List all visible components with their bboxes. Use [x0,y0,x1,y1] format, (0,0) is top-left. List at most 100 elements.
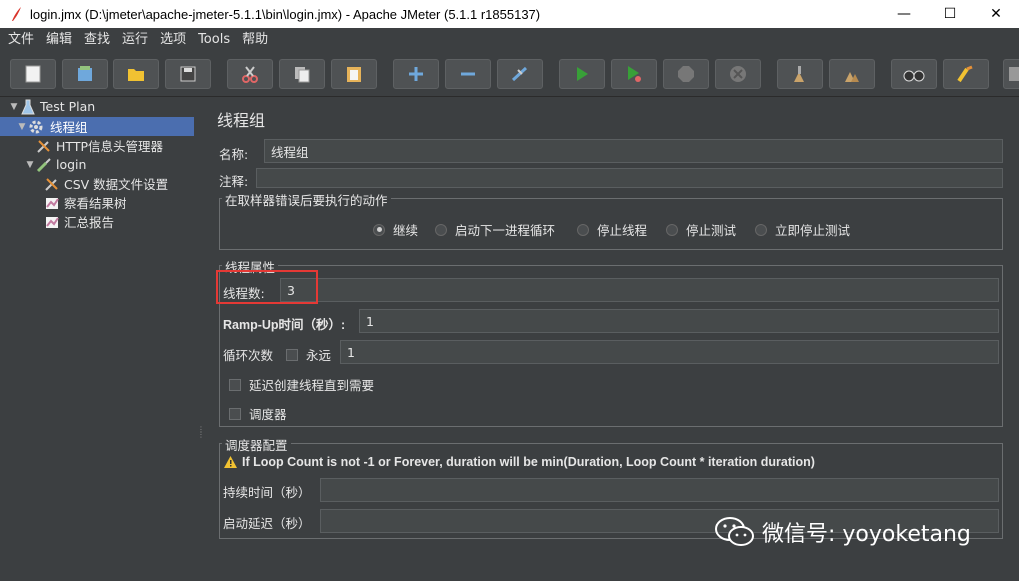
menu-file[interactable]: 文件 [0,28,40,52]
tree-expand-icon[interactable]: ▼ [8,102,20,112]
threads-input[interactable]: 3 [280,278,999,302]
watermark-text: 微信号: yoyoketang [762,522,971,547]
forever-checkbox[interactable]: 永远 [286,345,331,364]
duration-label: 持续时间（秒） [223,485,311,500]
warning-icon [224,456,237,468]
shutdown-button[interactable] [715,59,761,89]
checkbox-label: 调度器 [249,407,287,422]
tree-node-http-header-manager[interactable]: HTTP信息头管理器 [36,136,163,155]
paste-button[interactable] [331,59,377,89]
cut-icon [242,66,258,83]
radio-stop-thread[interactable]: 停止线程 [577,220,647,239]
radio-unselected-icon [666,223,678,236]
clear-button[interactable] [777,59,823,89]
radio-unselected-icon [435,223,447,236]
save-icon [180,66,196,82]
loop-count-input[interactable]: 1 [340,340,999,364]
radio-label: 停止线程 [597,223,648,238]
reset-search-button[interactable] [943,59,989,89]
collapse-all-button[interactable] [445,59,491,89]
checkbox-label: 延迟创建线程直到需要 [249,378,375,393]
start-icon [577,67,588,81]
wechat-watermark: 微信号: yoyoketang [714,515,971,549]
graph-icon [44,195,60,211]
threads-highlight-box [216,270,318,304]
tree-node-view-results-tree[interactable]: 察看结果树 [44,193,127,212]
function-helper-icon [1009,67,1019,81]
radio-start-next-loop[interactable]: 启动下一进程循环 [435,220,555,239]
menu-help[interactable]: 帮助 [236,28,274,52]
menu-options[interactable]: 选项 [154,28,192,52]
tree-node-thread-group[interactable]: ▼ 线程组 [16,117,90,136]
tree-label: HTTP信息头管理器 [56,139,163,154]
tree-node-summary-report[interactable]: 汇总报告 [44,212,114,231]
menu-edit[interactable]: 编辑 [40,28,78,52]
clear-icon [794,66,804,82]
menu-run[interactable]: 运行 [116,28,154,52]
graph-icon [44,214,60,230]
radio-label: 启动下一进程循环 [455,223,556,238]
start-no-pause-button[interactable] [611,59,657,89]
radio-unselected-icon [577,223,589,236]
wrench-icon [36,138,52,154]
tree-expand-icon[interactable]: ▼ [16,122,28,132]
radio-stop-test-now[interactable]: 立即停止测试 [755,220,850,239]
menu-search[interactable]: 查找 [78,28,116,52]
wrench-icon [44,176,60,192]
close-button[interactable]: ✕ [973,0,1019,28]
gear-icon [28,119,44,135]
tree-node-csv-data-set[interactable]: CSV 数据文件设置 [44,174,168,193]
expand-icon [409,67,423,81]
name-input[interactable]: 线程组 [264,139,1003,163]
maximize-button[interactable]: ☐ [927,0,973,28]
tree-expand-icon[interactable]: ▼ [24,160,36,170]
window-title: login.jmx (D:\jmeter\apache-jmeter-5.1.1… [30,6,541,22]
pane-splitter[interactable]: ⋮ ⋮ [196,97,205,581]
radio-stop-test[interactable]: 停止测试 [666,220,736,239]
toggle-icon [511,66,528,82]
duration-input[interactable] [320,478,999,502]
scheduler-config-group-title: 调度器配置 [222,435,291,454]
flask-icon [20,99,36,115]
function-helper-button[interactable] [1003,59,1019,89]
copy-button[interactable] [279,59,325,89]
checkbox-unchecked-icon [286,348,298,361]
tree-label: 察看结果树 [64,196,127,211]
copy-icon [295,67,310,83]
rampup-label: Ramp-Up时间（秒）: [223,318,346,332]
tree-node-test-plan[interactable]: ▼ Test Plan [8,97,95,116]
search-button[interactable] [891,59,937,89]
radio-label: 继续 [393,223,419,238]
stop-button[interactable] [663,59,709,89]
scheduler-checkbox[interactable]: 调度器 [229,404,287,423]
save-button[interactable] [165,59,211,89]
minimize-button[interactable]: — [881,0,927,28]
name-label: 名称: [219,147,249,162]
open-button[interactable] [113,59,159,89]
loop-count-label: 循环次数 [223,348,274,363]
comment-input[interactable] [256,168,1003,188]
menu-tools[interactable]: Tools [192,28,236,52]
collapse-icon [461,72,475,76]
tree-label: 线程组 [48,117,90,136]
tree-label: CSV 数据文件设置 [64,177,169,192]
pipette-icon [36,157,52,173]
new-icon [25,65,41,83]
minimize-icon: — [897,6,911,22]
start-button[interactable] [559,59,605,89]
clear-all-button[interactable] [829,59,875,89]
cut-button[interactable] [227,59,273,89]
expand-all-button[interactable] [393,59,439,89]
toggle-button[interactable] [497,59,543,89]
tree-node-login[interactable]: ▼ login [24,155,87,174]
templates-button[interactable] [62,59,108,89]
toolbar [0,52,1019,97]
checkbox-unchecked-icon [229,378,241,391]
radio-continue[interactable]: 继续 [373,220,418,239]
clear-all-icon [845,72,859,82]
radio-label: 停止测试 [686,223,737,238]
rampup-input[interactable]: 1 [359,309,999,333]
delay-thread-creation-checkbox[interactable]: 延迟创建线程直到需要 [229,375,374,394]
tree-label: login [56,157,87,172]
new-button[interactable] [10,59,56,89]
